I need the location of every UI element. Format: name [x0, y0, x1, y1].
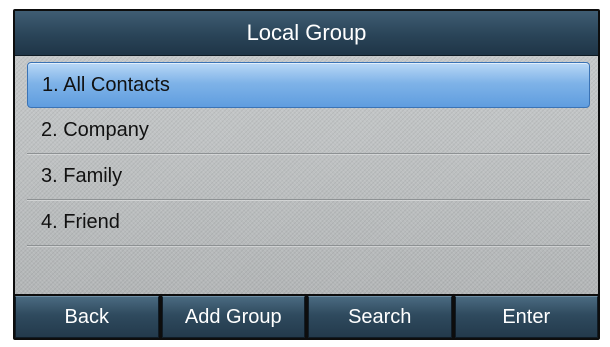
list-item-label: 1. All Contacts [42, 73, 170, 96]
list-item-company[interactable]: 2. Company [27, 108, 590, 154]
page-title: Local Group [246, 20, 367, 45]
group-list: 1. All Contacts 2. Company 3. Family 4. … [27, 62, 590, 246]
phone-screen: Local Group 1. All Contacts 2. Company 3… [13, 9, 600, 340]
list-item-label: 2. Company [41, 119, 149, 141]
list-item-family[interactable]: 3. Family [27, 154, 590, 200]
list-item-label: 4. Friend [41, 211, 120, 233]
enter-softkey[interactable]: Enter [454, 296, 598, 338]
search-softkey[interactable]: Search [308, 296, 452, 338]
softkey-bar: Back Add Group Search Enter [15, 296, 598, 338]
content-area: 1. All Contacts 2. Company 3. Family 4. … [15, 56, 598, 294]
list-item-friend[interactable]: 4. Friend [27, 200, 590, 246]
back-softkey[interactable]: Back [15, 296, 159, 338]
list-item-all-contacts[interactable]: 1. All Contacts [27, 62, 590, 108]
add-group-softkey[interactable]: Add Group [161, 296, 305, 338]
list-item-label: 3. Family [41, 165, 123, 187]
title-bar: Local Group [15, 11, 598, 56]
